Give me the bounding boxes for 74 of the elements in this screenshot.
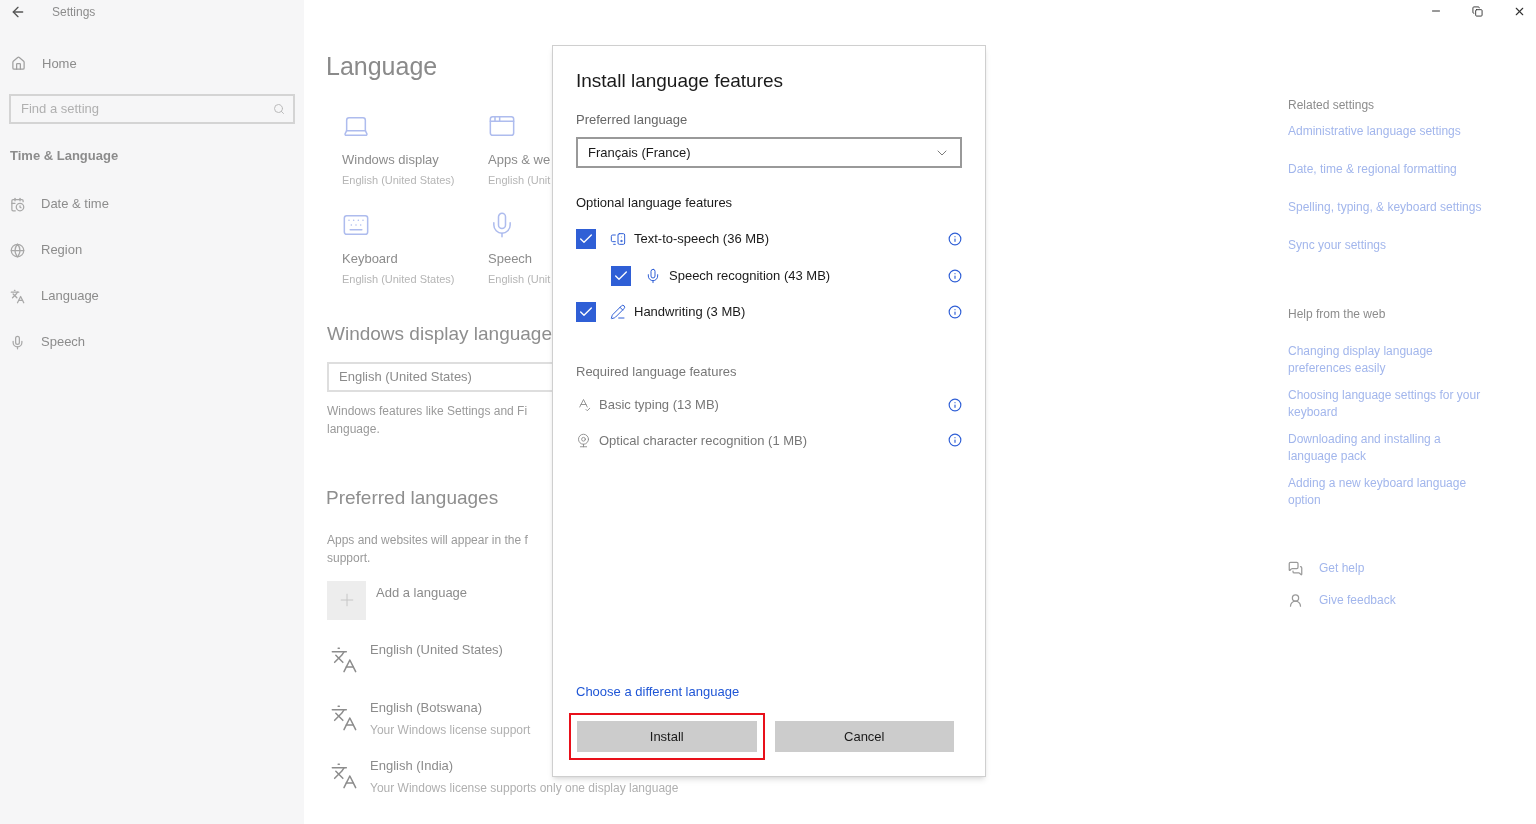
language-tile[interactable]: Apps & we English (Unit [488,111,568,189]
language-icon [10,288,25,304]
related-link[interactable]: Sync your settings [1288,236,1536,254]
search-field[interactable]: Find a setting [9,93,295,124]
language-name[interactable]: English (United States) [370,639,503,659]
language-name[interactable]: English (Botswana) [370,697,482,717]
globe-icon [10,242,25,258]
sidebar-item[interactable]: Speech [0,333,304,351]
section-heading: Help from the web [1288,306,1387,323]
home-link[interactable]: Home [0,54,304,74]
info-icon[interactable] [948,433,962,448]
page-title: Language [326,51,438,82]
help-action-link[interactable]: Get help [1288,559,1536,577]
language-tile[interactable]: Speech English (Unit [488,210,568,288]
description-text: language. [327,421,380,438]
monitor-speaker-icon [610,230,626,247]
feature-label: Basic typing (13 MB) [599,396,720,414]
info-icon[interactable] [948,231,962,246]
feature-label: Speech recognition (43 MB) [669,266,832,285]
dialog-title: Install language features [576,69,785,93]
sidebar-item[interactable]: Region [0,241,304,259]
checkbox[interactable] [576,301,596,322]
section-heading: Optional language features [576,194,734,212]
restore-icon[interactable] [1472,5,1483,17]
related-link[interactable]: Date, time & regional formatting [1288,160,1536,178]
feature-label: Handwriting (3 MB) [634,302,747,321]
spell-check-icon [576,397,591,413]
checkbox[interactable] [611,265,631,286]
language-tile[interactable]: Windows display English (United States) [342,111,488,189]
window-title: Settings [52,4,96,21]
feature-label: Text-to-speech (36 MB) [634,229,771,248]
add-language-button[interactable]: Add a language [327,580,468,620]
description-text: support. [327,549,371,567]
field-label: Preferred language [576,110,689,129]
section-heading: Time & Language [10,146,120,165]
person-icon [1288,592,1303,608]
language-name[interactable]: English (India) [370,755,454,775]
sidebar-item[interactable]: Language [0,287,304,305]
help-link[interactable]: Choosing language settings for your keyboard [1288,387,1488,421]
preferred-language-dropdown[interactable]: Français (France) [576,137,962,168]
language-icon [330,761,358,790]
back-icon[interactable] [10,4,26,20]
info-icon[interactable] [948,268,962,283]
install-button[interactable]: Install [577,721,757,752]
help-link[interactable]: Adding a new keyboard language option [1288,475,1488,509]
chat-bubbles-icon [1288,560,1303,576]
microphone-icon [645,267,661,284]
info-icon[interactable] [948,304,962,319]
language-icon [330,703,358,732]
microphone-icon [10,334,25,350]
language-icon [330,645,358,674]
language-tile[interactable]: Keyboard English (United States) [342,210,488,288]
description-text: Windows features like Settings and Fi [327,403,528,420]
cancel-button[interactable]: Cancel [774,721,954,752]
license-note: Your Windows license support [370,722,531,739]
related-link[interactable]: Administrative language settings [1288,122,1536,140]
choose-language-link[interactable]: Choose a different language [576,681,740,701]
home-icon [11,56,26,72]
pen-icon [610,303,626,320]
help-link[interactable]: Downloading and installing a language pack [1288,431,1488,465]
section-heading: Windows display language [327,321,552,346]
feature-label: Optical character recognition (1 MB) [599,431,809,450]
section-heading: Related settings [1288,97,1376,114]
section-heading: Preferred languages [326,486,499,510]
license-note: Your Windows license supports only one display language [370,780,679,797]
help-action-link[interactable]: Give feedback [1288,591,1536,609]
info-icon[interactable] [948,397,962,412]
description-text: Apps and websites will appear in the f [327,531,528,549]
webcam-icon [576,432,591,448]
checkbox[interactable] [576,228,596,249]
calendar-icon [10,196,25,212]
sidebar-item[interactable]: Date & time [0,195,304,213]
related-link[interactable]: Spelling, typing, & keyboard settings [1288,198,1536,216]
help-link[interactable]: Changing display language preferences easily [1288,343,1488,377]
